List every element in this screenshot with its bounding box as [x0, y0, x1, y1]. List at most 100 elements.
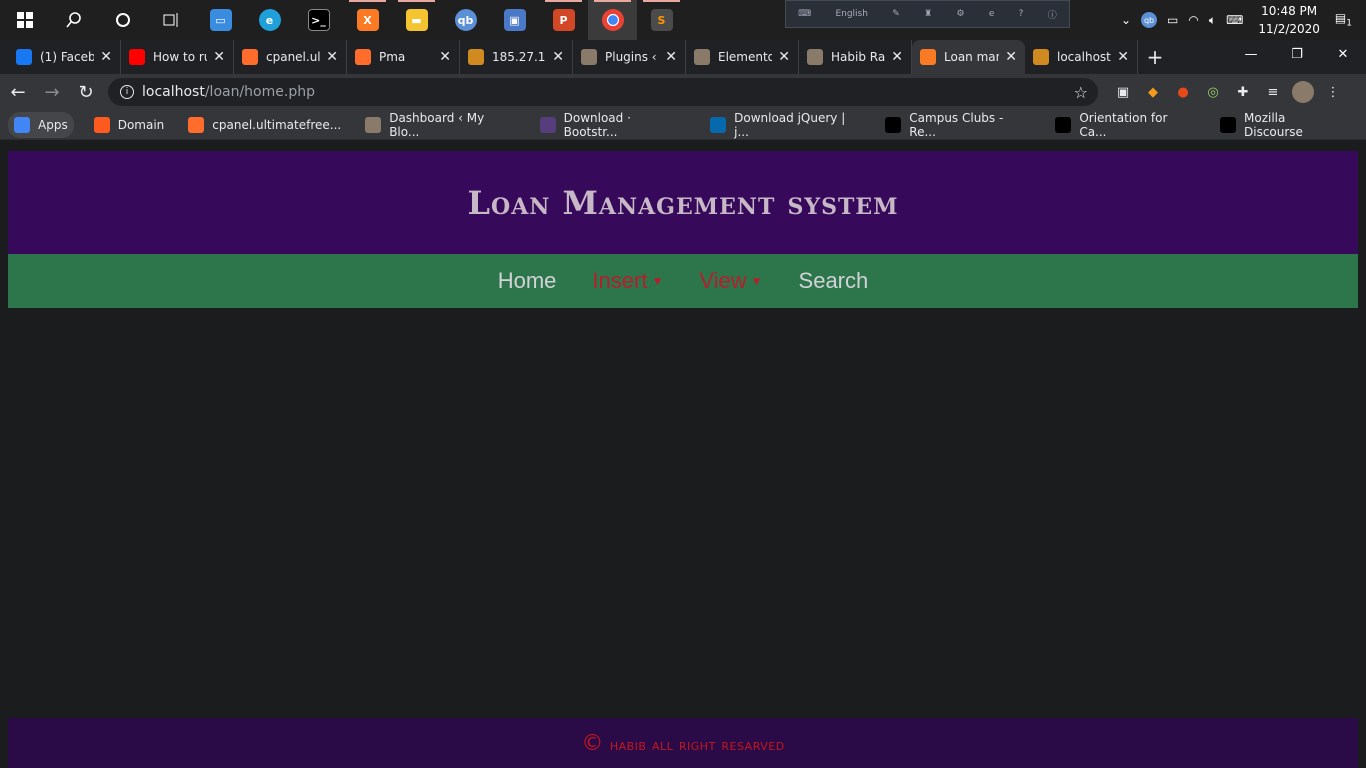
- notification-icon[interactable]: ▤1: [1335, 11, 1352, 28]
- site-info-icon[interactable]: i: [120, 85, 134, 99]
- avatar-icon: [807, 49, 823, 65]
- terminal-icon[interactable]: >_: [294, 0, 343, 40]
- owl-extension-icon[interactable]: ◎: [1202, 81, 1224, 103]
- close-tab-icon[interactable]: ✕: [439, 49, 451, 65]
- bookmark-item[interactable]: Download · Bootstr...: [536, 110, 690, 139]
- remote-desktop-icon[interactable]: ▣: [490, 0, 539, 40]
- close-tab-icon[interactable]: ✕: [1117, 49, 1129, 65]
- help-icon: ?: [1018, 9, 1024, 19]
- youtube-icon: [129, 49, 145, 65]
- fox-extension-icon[interactable]: ◆: [1142, 81, 1164, 103]
- bookmark-item[interactable]: Orientation for Ca...: [1051, 110, 1200, 139]
- media-queue-icon[interactable]: ≡: [1262, 81, 1284, 103]
- forward-button[interactable]: →: [36, 76, 68, 108]
- cpanel-icon: [355, 49, 371, 65]
- close-tab-icon[interactable]: ✕: [891, 49, 903, 65]
- browser-tab[interactable]: (1) Facebo ✕: [8, 40, 121, 74]
- chrome-icon[interactable]: [588, 0, 637, 40]
- search-icon[interactable]: [49, 0, 98, 40]
- powerpoint-icon[interactable]: P: [539, 0, 588, 40]
- notification-count: 1: [1346, 18, 1352, 29]
- tab-title: (1) Facebo: [40, 50, 95, 64]
- keyboard-icon: ⌨: [798, 9, 812, 19]
- tab-title: Pma: [379, 50, 406, 64]
- bookmark-item[interactable]: Download jQuery | j...: [706, 111, 865, 139]
- new-tab-button[interactable]: +: [1138, 40, 1172, 74]
- domain-icon: [93, 116, 110, 133]
- bookmark-item[interactable]: Mozilla Discourse: [1216, 111, 1350, 139]
- sublime-text-icon[interactable]: S: [637, 0, 686, 40]
- close-tab-icon[interactable]: ✕: [778, 49, 790, 65]
- bookmark-item[interactable]: Apps: [8, 111, 74, 138]
- address-bar[interactable]: i localhost/loan/home.php ☆: [108, 78, 1098, 106]
- server-icon: [1033, 49, 1049, 65]
- bookmark-label: Download · Bootstr...: [563, 110, 631, 139]
- browser-tab[interactable]: Pma ✕: [347, 40, 460, 74]
- file-explorer-icon[interactable]: ▬: [392, 0, 441, 40]
- close-tab-icon[interactable]: ✕: [665, 49, 677, 65]
- nav-insert-dropdown[interactable]: Insert ▼: [592, 268, 663, 294]
- url-path: /loan/home.php: [204, 84, 315, 100]
- close-window-button[interactable]: ✕: [1320, 40, 1366, 68]
- wifi-icon[interactable]: ◠: [1188, 13, 1198, 27]
- tab-title: Elemento: [718, 50, 773, 64]
- close-tab-icon[interactable]: ✕: [326, 49, 338, 65]
- nav-search-link[interactable]: Search: [799, 268, 869, 294]
- taskbar-app-icon[interactable]: ▭: [196, 0, 245, 40]
- browser-tab[interactable]: How to ru ✕: [121, 40, 234, 74]
- m-icon: [1220, 116, 1236, 133]
- bookmark-label: Orientation for Ca...: [1079, 110, 1168, 139]
- profile-avatar[interactable]: [1292, 81, 1314, 103]
- browser-tab[interactable]: cpanel.ult ✕: [234, 40, 347, 74]
- browser-tab[interactable]: Plugins ‹ ✕: [573, 40, 686, 74]
- bookmark-item[interactable]: Campus Clubs - Re...: [881, 111, 1035, 139]
- nav-home-link[interactable]: Home: [498, 268, 557, 294]
- cortana-icon[interactable]: [98, 0, 147, 40]
- chevron-up-icon[interactable]: ⌄: [1121, 13, 1131, 27]
- tab-title: How to ru: [153, 50, 208, 64]
- maximize-button[interactable]: ❐: [1274, 40, 1320, 68]
- nav-home-label: Home: [497, 268, 557, 293]
- qbittorrent-icon[interactable]: qb: [441, 0, 490, 40]
- browser-tab[interactable]: Habib Ra ✕: [799, 40, 912, 74]
- close-tab-icon[interactable]: ✕: [213, 49, 225, 65]
- windows-start-icon[interactable]: [0, 0, 49, 40]
- puzzle-extensions-icon[interactable]: ✚: [1232, 81, 1254, 103]
- browser-tab[interactable]: Elemento ✕: [686, 40, 799, 74]
- close-tab-icon[interactable]: ✕: [552, 49, 564, 65]
- qbittorrent-tray-icon[interactable]: qb: [1141, 12, 1158, 28]
- battery-icon[interactable]: ▭: [1167, 13, 1178, 27]
- minimize-button[interactable]: —: [1228, 40, 1274, 68]
- bookmark-item[interactable]: Domain: [90, 112, 169, 138]
- reload-button[interactable]: ↻: [70, 76, 102, 108]
- bookmarks-bar: Apps Domain cpanel.ultimatefree... Dashboar…: [0, 110, 1366, 140]
- close-tab-icon[interactable]: ✕: [1005, 49, 1017, 65]
- browser-tab[interactable]: localhost ✕: [1025, 40, 1138, 74]
- site-header: Loan Management system: [8, 151, 1358, 254]
- xampp-icon[interactable]: X: [343, 0, 392, 40]
- site-title: Loan Management system: [467, 183, 899, 222]
- bookmark-item[interactable]: cpanel.ultimatefree...: [184, 112, 345, 138]
- fire-extension-icon[interactable]: ●: [1172, 81, 1194, 103]
- screenshot-extension-icon[interactable]: ▣: [1112, 81, 1134, 103]
- back-button[interactable]: ←: [2, 76, 34, 108]
- language-toolbar[interactable]: ⌨ English ✎ ♜ ⚙ e ? ⓘ: [785, 0, 1070, 28]
- footer-label: habib all right resarved: [609, 734, 785, 754]
- caret-down-icon: ▼: [651, 274, 664, 288]
- bookmark-star-icon[interactable]: ☆: [1074, 83, 1088, 102]
- keyboard-layout-icon[interactable]: ⌨: [1226, 13, 1243, 27]
- close-tab-icon[interactable]: ✕: [100, 49, 112, 65]
- volume-icon[interactable]: 🔈︎: [1209, 13, 1216, 28]
- task-view-icon[interactable]: [147, 0, 196, 40]
- browser-tab[interactable]: Loan man ✕: [912, 40, 1025, 74]
- bookmark-label: Dashboard ‹ My Blo...: [389, 110, 485, 139]
- menu-kebab-icon[interactable]: ⋮: [1322, 81, 1344, 103]
- avatar-icon: [581, 49, 597, 65]
- windows-taskbar: ▭ e >_ X ▬ qb ▣ P S ⌨ English ✎ ♜ ⚙ e ? …: [0, 0, 1366, 40]
- taskbar-clock[interactable]: 10:48 PM 11/2/2020: [1258, 2, 1320, 38]
- browser-tab[interactable]: 185.27.13 ✕: [460, 40, 573, 74]
- edge-browser-icon[interactable]: e: [245, 0, 294, 40]
- bookmark-item[interactable]: Dashboard ‹ My Blo...: [361, 110, 519, 139]
- clock-date: 11/2/2020: [1258, 22, 1320, 36]
- nav-view-dropdown[interactable]: View ▼: [699, 268, 762, 294]
